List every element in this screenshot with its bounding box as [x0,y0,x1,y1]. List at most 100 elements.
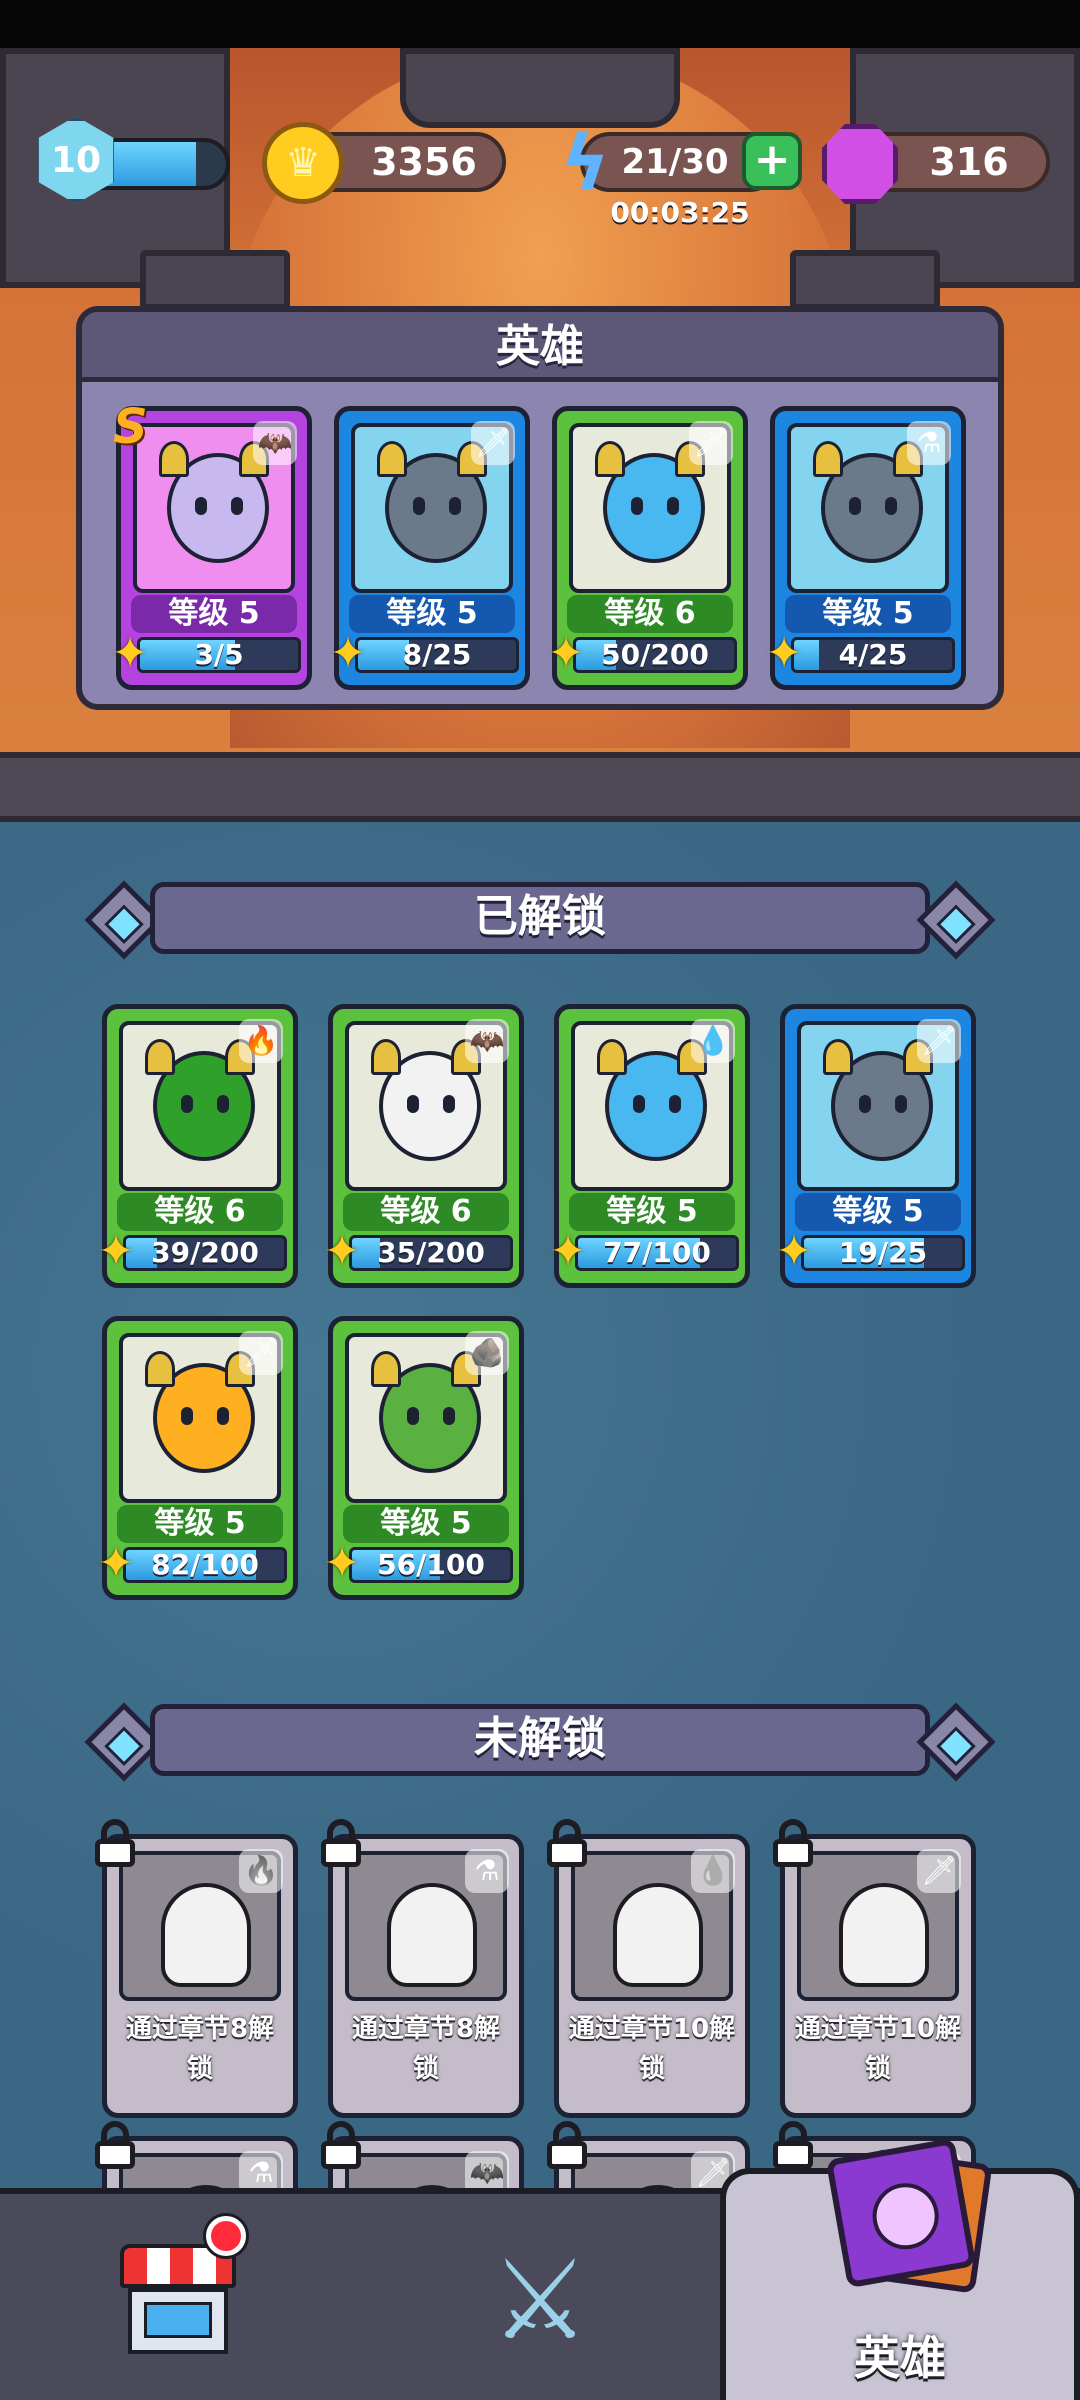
locked-section-title: 未解锁 [150,1704,930,1776]
nav-battle-tab[interactable]: ⚔ [360,2194,720,2400]
team-hero-card[interactable]: 🗡 等级 5 8/25 ✦ [330,406,530,690]
shard-progress-text: 50/200 [601,638,709,671]
puzzle-piece-icon: ✦ [97,1226,135,1277]
notification-dot-icon [206,2216,246,2256]
hero-card[interactable]: 🪨 等级 5 56/100 ✦ [324,1316,524,1600]
hero-level: 等级 5 [117,1505,283,1543]
unlock-requirement: 通过章节10解锁 [568,2014,736,2084]
puzzle-piece-icon: ✦ [323,1226,361,1277]
puzzle-piece-icon: ✦ [329,628,367,679]
potion-element-icon: ⚗ [907,421,951,465]
hero-level: 等级 5 [795,1193,961,1231]
unlock-requirement: 通过章节8解锁 [125,2014,275,2084]
shard-progress-bar: 19/25 [801,1235,965,1271]
unlock-requirement: 通过章节10解锁 [794,2014,962,2084]
gem-value: 316 [929,140,1009,184]
hero-silhouette-icon [613,1883,703,1987]
padlock-icon [319,1819,363,1867]
padlock-icon [545,1819,589,1867]
hero-card[interactable]: 💧 等级 5 77/100 ✦ [550,1004,750,1288]
shard-progress-text: 39/200 [151,1236,259,1269]
crown-coin-icon: ♛ [262,122,344,204]
hero-silhouette-icon [161,1883,251,1987]
sword-element-icon: 🗡 [917,1849,961,1893]
puzzle-piece-icon: ✦ [765,628,803,679]
energy-value: 21/30 [621,142,729,182]
hero-level: 等级 5 [343,1505,509,1543]
hero-card[interactable]: 🦇 等级 6 35/200 ✦ [324,1004,524,1288]
locked-hero-card[interactable]: 🔥 通过章节8解锁 [95,1819,298,2118]
shard-progress-bar: 4/25 [791,637,955,673]
unlocked-section-title: 已解锁 [150,882,930,954]
rank-badge: S [113,399,148,455]
hero-level: 等级 5 [349,595,515,633]
team-hero-card[interactable]: ⚗ 等级 5 4/25 ✦ [766,406,966,690]
shard-progress-text: 56/100 [377,1548,485,1581]
shard-progress-bar: 8/25 [355,637,519,673]
puzzle-piece-icon: ✦ [111,628,149,679]
purple-gem-icon [822,124,898,204]
locked-hero-card[interactable]: 🗡 通过章节10解锁 [773,1819,976,2118]
unlocked-section-banner: 已解锁 [84,874,996,962]
team-heroes-title: 英雄 [82,312,998,382]
hero-level: 等级 5 [569,1193,735,1231]
floor-band [0,752,1080,822]
shard-progress-bar: 3/5 [137,637,301,673]
nav-heroes-tab[interactable]: 英雄 [720,2137,1080,2400]
padlock-icon [319,2121,363,2169]
hero-silhouette-icon [387,1883,477,1987]
castle-pillar [400,48,680,128]
sword-element-icon: 🗡 [689,421,733,465]
unlock-requirement: 通过章节8解锁 [351,2014,501,2084]
team-hero-card[interactable]: 🦇 S 等级 5 3/5 ✦ [112,399,312,690]
shard-progress-text: 8/25 [402,638,472,671]
potion-element-icon: ⚗ [465,1849,509,1893]
hero-card[interactable]: 🗡 等级 5 82/100 ✦ [98,1316,298,1600]
shard-progress-text: 19/25 [838,1236,928,1269]
team-hero-card[interactable]: 🗡 等级 6 50/200 ✦ [548,406,748,690]
shard-progress-bar: 82/100 [123,1547,287,1583]
player-xp-bar [100,138,230,190]
hero-level: 等级 6 [567,595,733,633]
sword-element-icon: 🗡 [239,1331,283,1375]
hero-silhouette-icon [839,1883,929,1987]
add-energy-button[interactable]: + [742,132,802,190]
hero-level: 等级 6 [117,1193,283,1231]
gold-value: 3356 [371,140,477,184]
shard-progress-text: 3/5 [194,638,244,671]
shard-progress-text: 35/200 [377,1236,485,1269]
castle-pillar [140,250,290,310]
padlock-icon [545,2121,589,2169]
hero-card[interactable]: 🗡 等级 5 19/25 ✦ [776,1004,976,1288]
shard-progress-bar: 39/200 [123,1235,287,1271]
nav-heroes-label: 英雄 [854,2331,946,2385]
sword-element-icon: 🗡 [471,421,515,465]
fire-element-icon: 🔥 [239,1849,283,1893]
player-xp-fill [104,142,196,186]
padlock-icon [771,1819,815,1867]
locked-hero-card[interactable]: 💧 通过章节10解锁 [547,1819,750,2118]
status-bar [0,0,1080,48]
bat-element-icon: 🦇 [253,421,297,465]
water-element-icon: 💧 [691,1849,735,1893]
locked-hero-card[interactable]: ⚗ 通过章节8解锁 [321,1819,524,2118]
nav-shop-tab[interactable] [0,2194,360,2400]
player-level-value: 10 [50,139,102,181]
fire-element-icon: 🔥 [239,1019,283,1063]
lightning-bolt-icon: ϟ [559,118,611,207]
hero-card[interactable]: 🔥 等级 6 39/200 ✦ [98,1004,298,1288]
sword-element-icon: 🗡 [917,1019,961,1063]
water-element-icon: 💧 [691,1019,735,1063]
puzzle-piece-icon: ✦ [323,1538,361,1589]
shard-progress-text: 4/25 [838,638,908,671]
bat-element-icon: 🦇 [465,1019,509,1063]
shop-icon [120,2244,236,2360]
hero-cards-icon [825,2137,977,2289]
energy-timer: 00:03:25 [610,196,750,229]
crossed-swords-icon: ⚔ [490,2236,590,2364]
shard-progress-bar: 56/100 [349,1547,513,1583]
padlock-icon [93,2121,137,2169]
hero-level: 等级 5 [131,595,297,633]
padlock-icon [93,1819,137,1867]
puzzle-piece-icon: ✦ [547,628,585,679]
